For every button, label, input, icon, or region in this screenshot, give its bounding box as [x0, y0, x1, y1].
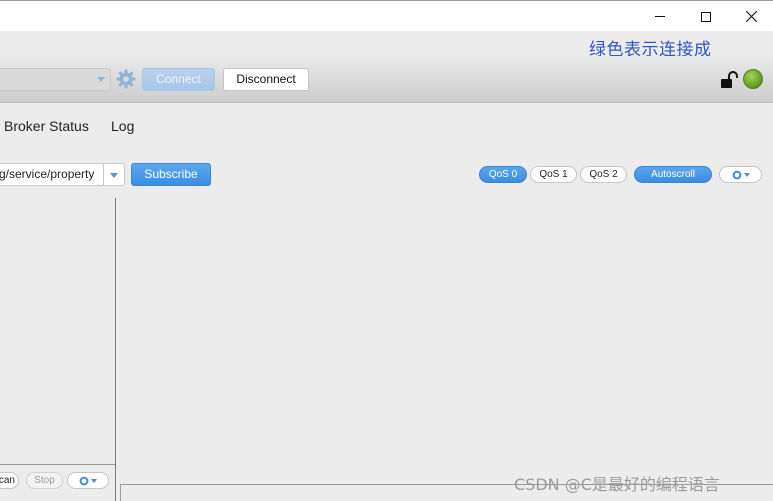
topic-input[interactable]: g/service/property	[0, 163, 103, 186]
qos2-button[interactable]: QoS 2	[580, 166, 627, 183]
topic-dropdown-button[interactable]	[103, 163, 125, 186]
watermark-text: CSDN @C是最好的编程语言	[514, 475, 720, 494]
chevron-down-icon	[97, 77, 105, 82]
gear-icon	[116, 69, 136, 89]
lock-open-icon	[721, 71, 738, 88]
close-button[interactable]	[728, 2, 773, 31]
subscribe-button[interactable]: Subscribe	[131, 163, 211, 186]
qos1-button[interactable]: QoS 1	[530, 166, 577, 183]
maximize-icon	[701, 11, 711, 22]
gear-icon	[732, 170, 741, 179]
gear-icon	[79, 476, 89, 485]
disconnect-button[interactable]: Disconnect	[223, 68, 309, 91]
window-titlebar	[0, 0, 773, 31]
autoscroll-button[interactable]: Autoscroll	[634, 166, 712, 183]
topics-pane-bottom-divider	[0, 464, 115, 465]
connection-toolbar: Connect Disconnect	[0, 56, 773, 103]
connect-button[interactable]: Connect	[142, 68, 215, 91]
profile-select[interactable]	[0, 68, 111, 91]
topics-pane-divider[interactable]	[115, 198, 116, 501]
minimize-button[interactable]	[637, 2, 683, 31]
settings-gear-button[interactable]	[115, 68, 137, 90]
chevron-down-icon	[110, 173, 118, 178]
topics-options-button[interactable]	[67, 472, 109, 489]
chevron-down-icon	[743, 172, 750, 177]
close-icon	[745, 11, 757, 22]
qos0-button[interactable]: QoS 0	[479, 166, 527, 183]
scan-button[interactable]: can	[0, 472, 19, 489]
chevron-down-icon	[91, 478, 97, 483]
maximize-button[interactable]	[683, 2, 729, 31]
tab-log[interactable]: Log	[111, 118, 134, 134]
options-menu-button[interactable]	[719, 166, 762, 183]
stop-button[interactable]: Stop	[26, 472, 63, 489]
minimize-icon	[655, 16, 665, 17]
connection-status-indicator	[743, 69, 763, 89]
payload-pane-divider	[120, 484, 121, 501]
tab-broker-status[interactable]: Broker Status	[4, 118, 89, 134]
